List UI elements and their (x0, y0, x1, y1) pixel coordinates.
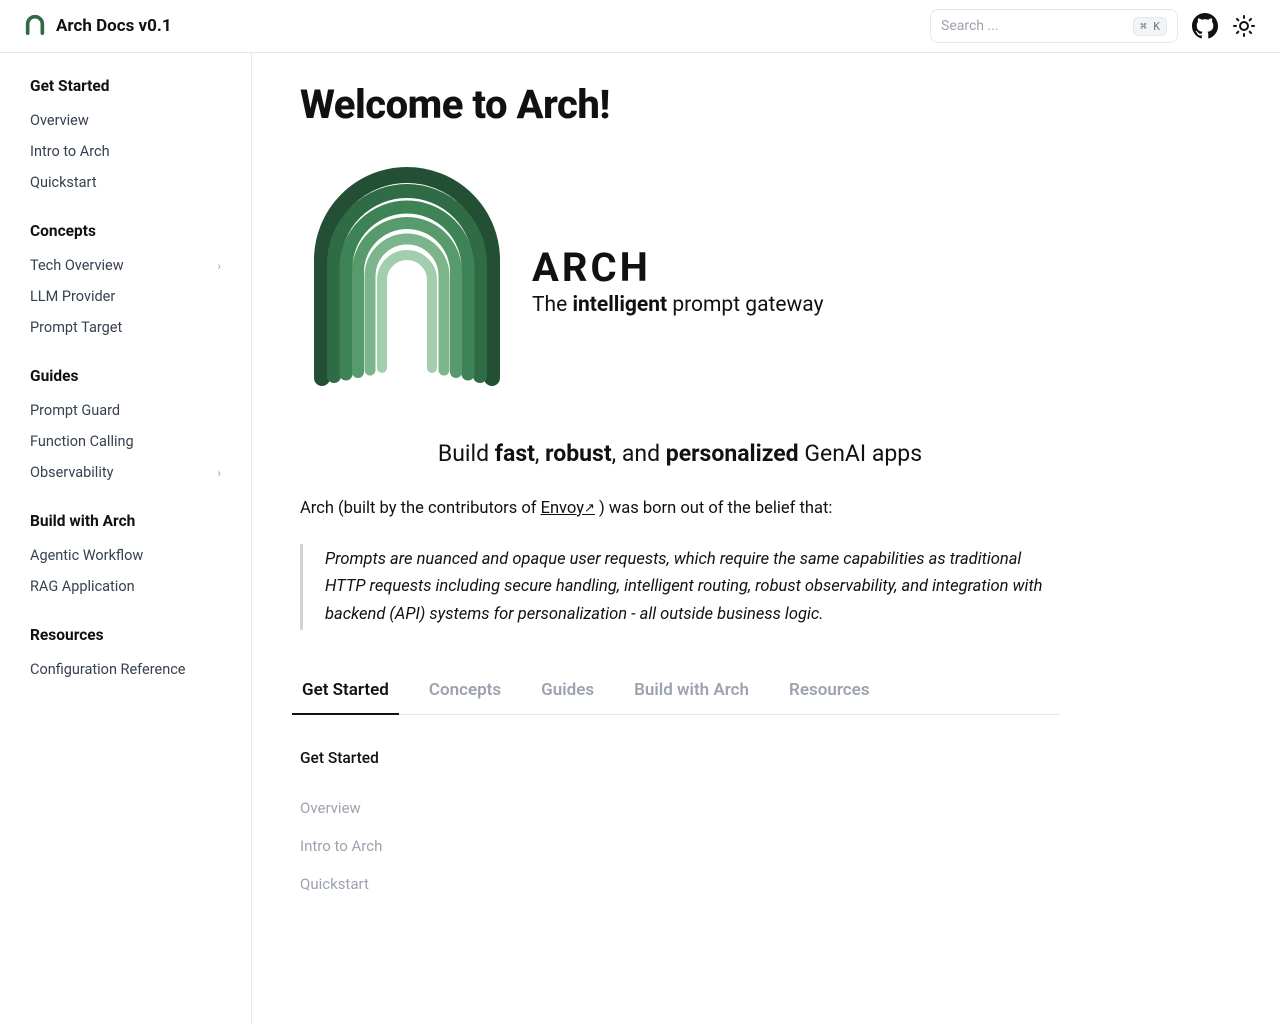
sidebar-item[interactable]: Prompt Target (16, 312, 235, 343)
hero-tagline: The intelligent prompt gateway (532, 293, 824, 317)
tab-panel: Get Started OverviewIntro to ArchQuickst… (300, 749, 1060, 903)
intro-paragraph: Arch (built by the contributors of Envoy… (300, 495, 1060, 522)
sidebar-item[interactable]: Observability › (16, 457, 235, 488)
theme-toggle-icon[interactable] (1232, 14, 1256, 38)
tab[interactable]: Resources (787, 670, 872, 714)
sidebar-heading: Resources (16, 626, 235, 644)
tab[interactable]: Concepts (427, 670, 503, 714)
arch-logo-icon (24, 13, 46, 39)
search-placeholder: Search ... (941, 18, 1125, 34)
page-title: Welcome to Arch! (300, 81, 1060, 128)
hero-brand: ARCH (532, 244, 824, 291)
sidebar-item[interactable]: Configuration Reference (16, 654, 235, 685)
brand[interactable]: Arch Docs v0.1 (24, 13, 172, 39)
panel-link[interactable]: Overview (300, 789, 1060, 827)
sidebar-item[interactable]: Intro to Arch (16, 136, 235, 167)
sidebar-item-label: Prompt Guard (30, 402, 120, 419)
panel-link[interactable]: Quickstart (300, 865, 1060, 903)
sidebar-item[interactable]: LLM Provider (16, 281, 235, 312)
chevron-right-icon: › (217, 466, 221, 480)
tab[interactable]: Guides (539, 670, 596, 714)
sidebar-heading: Build with Arch (16, 512, 235, 530)
sidebar-item-label: Tech Overview (30, 257, 124, 274)
hero: ARCH The intelligent prompt gateway (300, 164, 1060, 396)
sidebar-item-label: Intro to Arch (30, 143, 110, 160)
sidebar-item-label: Function Calling (30, 433, 134, 450)
sidebar-heading: Concepts (16, 222, 235, 240)
sidebar-item-label: Agentic Workflow (30, 547, 143, 564)
sidebar-item-label: Configuration Reference (30, 661, 186, 678)
sidebar-item[interactable]: Prompt Guard (16, 395, 235, 426)
sidebar-item-label: RAG Application (30, 578, 135, 595)
tab[interactable]: Get Started (300, 670, 391, 714)
tab[interactable]: Build with Arch (632, 670, 751, 714)
subheading: Build fast, robust, and personalized Gen… (300, 440, 1060, 467)
site-title: Arch Docs v0.1 (56, 16, 172, 36)
sidebar-heading: Guides (16, 367, 235, 385)
section-tabs: Get Started Concepts Guides Build with Arch… (300, 670, 1060, 715)
sidebar-item[interactable]: RAG Application (16, 571, 235, 602)
sidebar-item[interactable]: Tech Overview › (16, 250, 235, 281)
sidebar-item[interactable]: Function Calling (16, 426, 235, 457)
sidebar-item[interactable]: Quickstart (16, 167, 235, 198)
sidebar-item[interactable]: Agentic Workflow (16, 540, 235, 571)
sidebar-item-label: LLM Provider (30, 288, 115, 305)
arch-hero-logo-icon (300, 164, 514, 396)
belief-quote: Prompts are nuanced and opaque user requ… (300, 544, 1060, 630)
sidebar: Get Started Overview Intro to Arch Quicksta… (0, 53, 252, 1024)
header: Arch Docs v0.1 Search ... ⌘ K (0, 0, 1280, 53)
panel-heading: Get Started (300, 749, 1060, 767)
search-input[interactable]: Search ... ⌘ K (930, 9, 1178, 43)
sidebar-item-label: Prompt Target (30, 319, 122, 336)
sidebar-item-label: Observability (30, 464, 113, 481)
main-scroll[interactable]: Welcome to Arch! (252, 53, 1280, 1024)
envoy-link[interactable]: Envoy↗ (541, 499, 595, 518)
sidebar-heading: Get Started (16, 77, 235, 95)
search-shortcut-hint: ⌘ K (1133, 17, 1167, 36)
hero-text: ARCH The intelligent prompt gateway (532, 244, 824, 317)
sidebar-item-label: Overview (30, 112, 89, 129)
github-icon[interactable] (1192, 13, 1218, 39)
external-link-icon: ↗ (584, 501, 595, 516)
main-content: Welcome to Arch! (252, 53, 1108, 983)
sidebar-item-label: Quickstart (30, 174, 97, 191)
sidebar-item[interactable]: Overview (16, 105, 235, 136)
chevron-right-icon: › (217, 259, 221, 273)
panel-link[interactable]: Intro to Arch (300, 827, 1060, 865)
